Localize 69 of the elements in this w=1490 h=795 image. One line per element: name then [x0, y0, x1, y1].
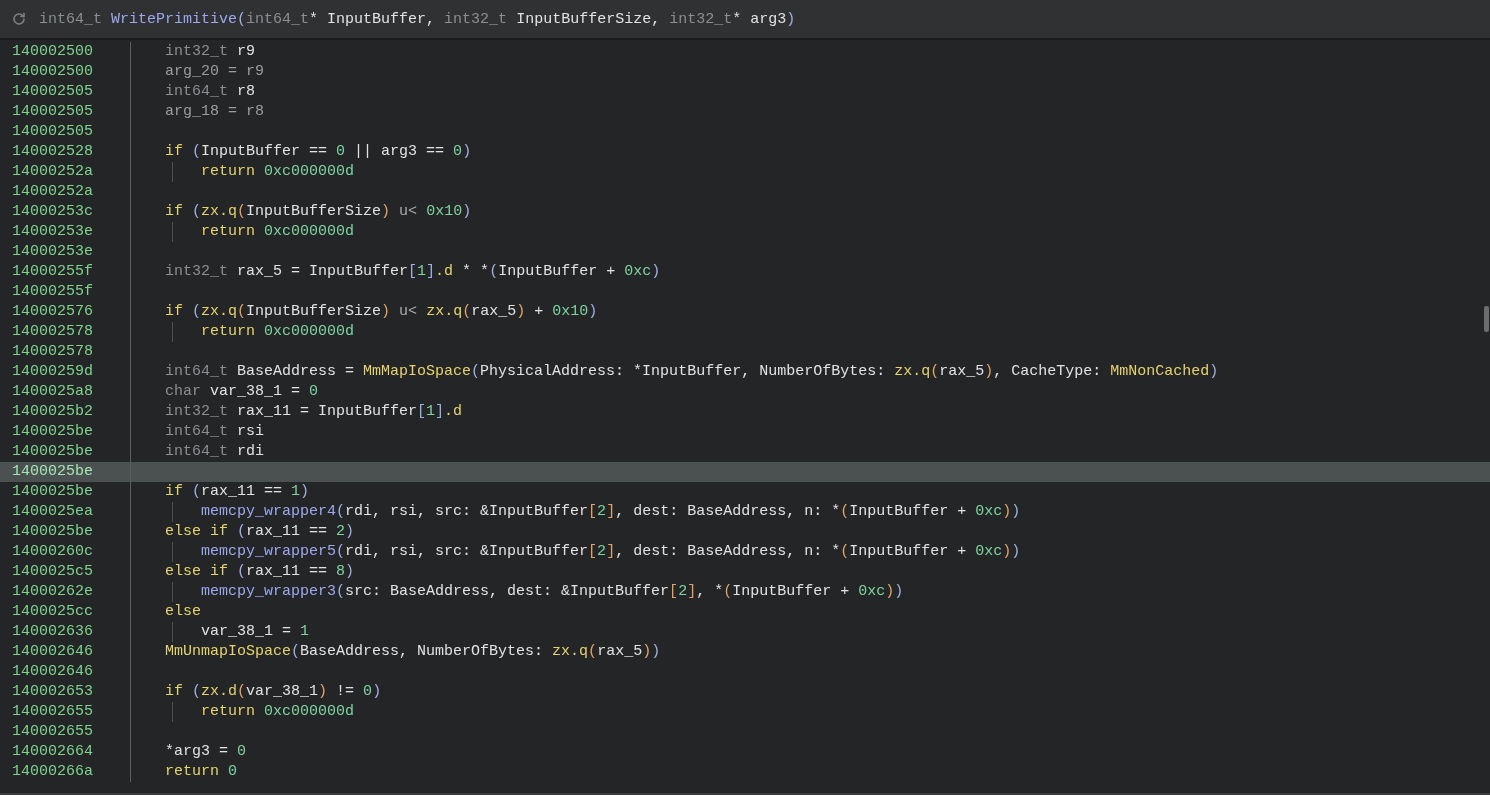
- line-address: 14000259d: [11, 362, 94, 382]
- line-address: 140002500: [11, 42, 94, 62]
- line-address: 14000255f: [11, 282, 94, 302]
- line-address: 140002646: [11, 642, 94, 662]
- function-signature: int64_t WritePrimitive(int64_t* InputBuffer, int32_t InputBufferSize, int32_t* arg3): [39, 10, 796, 28]
- code-line: *arg3 = 0: [165, 742, 247, 762]
- code-line: memcpy_wrapper3(src: BaseAddress, dest: &InputBuffer[2], *(InputBuffer + 0xc)): [201, 582, 904, 602]
- code-line: if (zx.q(InputBufferSize) u< 0x10): [165, 202, 472, 222]
- code-line: arg_18 = r8: [165, 102, 265, 122]
- code-line: return 0xc000000d: [201, 702, 355, 722]
- line-address: 140002528: [11, 142, 94, 162]
- line-address: 14000253c: [11, 202, 94, 222]
- code-line: if (InputBuffer == 0 || arg3 == 0): [165, 142, 472, 162]
- code-line: int32_t rax_5 = InputBuffer[1].d * *(InputBuffer + 0xc): [165, 262, 661, 282]
- line-address: 140002655: [11, 722, 94, 742]
- line-address: 140002505: [11, 122, 94, 142]
- line-address: 14000252a: [11, 182, 94, 202]
- line-address: 14000253e: [11, 242, 94, 262]
- code-line: return 0: [165, 762, 238, 782]
- line-address: 14000266a: [11, 762, 94, 782]
- code-line: if (zx.q(InputBufferSize) u< zx.q(rax_5) + 0x10): [165, 302, 598, 322]
- line-address: 1400025cc: [11, 602, 94, 622]
- code-line: char var_38_1 = 0: [165, 382, 319, 402]
- code-line: memcpy_wrapper4(rdi, rsi, src: &InputBuffer[2], dest: BaseAddress, n: *(InputBuffer + 0xc)): [201, 502, 1021, 522]
- code-line: int64_t BaseAddress = MmMapIoSpace(PhysicalAddress: *InputBuffer, NumberOfBytes: zx.q(rax_5), CacheType: MmNonCached): [165, 362, 1219, 382]
- line-address: 140002664: [11, 742, 94, 762]
- code-line: if (rax_11 == 1): [165, 482, 310, 502]
- line-address: 1400025be: [11, 482, 94, 502]
- code-line: else if (rax_11 == 8): [165, 562, 355, 582]
- code-line: else if (rax_11 == 2): [165, 522, 355, 542]
- line-address: 140002655: [11, 702, 94, 722]
- code-line: MmUnmapIoSpace(BaseAddress, NumberOfBytes: zx.q(rax_5)): [165, 642, 661, 662]
- line-address: 140002576: [11, 302, 94, 322]
- line-address: 1400025c5: [11, 562, 94, 582]
- line-address: 14000252a: [11, 162, 94, 182]
- line-address: 1400025be: [11, 442, 94, 462]
- code-line: var_38_1 = 1: [201, 622, 310, 642]
- line-address: 1400025ea: [11, 502, 94, 522]
- line-address: 140002646: [11, 662, 94, 682]
- line-address: 14000255f: [11, 262, 94, 282]
- scrollbar-thumb[interactable]: [1484, 306, 1489, 332]
- code-line: int32_t rax_11 = InputBuffer[1].d: [165, 402, 463, 422]
- line-address: 140002653: [11, 682, 94, 702]
- line-address: 1400025be: [11, 462, 94, 482]
- line-address: 140002636: [11, 622, 94, 642]
- code-line: return 0xc000000d: [201, 222, 355, 242]
- line-address: 14000253e: [11, 222, 94, 242]
- code-line: if (zx.d(var_38_1) != 0): [165, 682, 382, 702]
- line-address: 140002578: [11, 342, 94, 362]
- line-address: 14000260c: [11, 542, 94, 562]
- refresh-icon[interactable]: [11, 11, 27, 27]
- code-line: return 0xc000000d: [201, 162, 355, 182]
- line-address: 140002505: [11, 102, 94, 122]
- line-address: 1400025a8: [11, 382, 94, 402]
- code-line: int32_t r9: [165, 42, 256, 62]
- line-address: 1400025be: [11, 422, 94, 442]
- code-line: memcpy_wrapper5(rdi, rsi, src: &InputBuffer[2], dest: BaseAddress, n: *(InputBuffer + 0xc)): [201, 542, 1021, 562]
- line-address: 140002505: [11, 82, 94, 102]
- code-line: int64_t rdi: [165, 442, 265, 462]
- line-address: 14000262e: [11, 582, 94, 602]
- line-address: 1400025b2: [11, 402, 94, 422]
- line-address: 140002500: [11, 62, 94, 82]
- code-line: int64_t r8: [165, 82, 256, 102]
- line-address: 1400025be: [11, 522, 94, 542]
- line-address: 140002578: [11, 322, 94, 342]
- code-line: int64_t rsi: [165, 422, 265, 442]
- code-line: return 0xc000000d: [201, 322, 355, 342]
- code-line: else: [165, 602, 201, 622]
- code-line: arg_20 = r9: [165, 62, 265, 82]
